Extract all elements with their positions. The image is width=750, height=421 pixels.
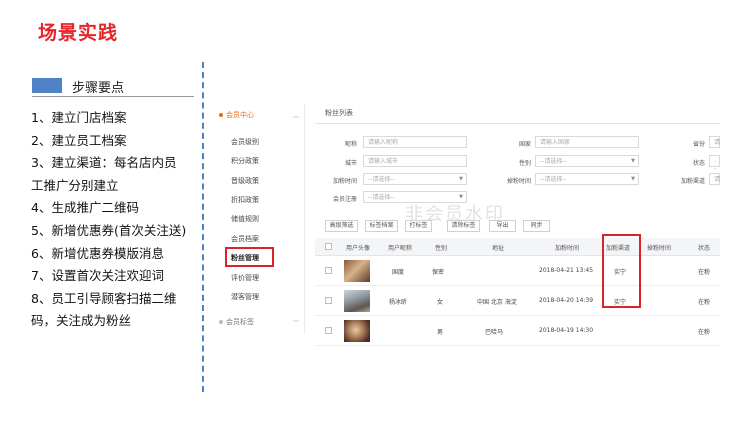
status-cell: 在粉 [698, 329, 711, 336]
step-line: 3、建立渠道：每名店内员 [31, 155, 177, 171]
steps-list: 1、建立门店档案 2、建立员工档案 3、建立渠道：每名店内员 工推广分别建立 4… [31, 107, 201, 333]
status-select[interactable]: -- [709, 155, 720, 172]
table-row[interactable]: 国度 保密 2018-04-21 13:45 实宁 在粉 [315, 256, 720, 286]
status-cell: 在粉 [698, 269, 711, 276]
heading-marker [32, 78, 62, 93]
channel-highlight-box [602, 234, 641, 308]
highlight-box [225, 247, 274, 267]
sidebar-section-member-center[interactable]: 会员中心 [219, 110, 254, 120]
sidebar-item-discount-policy[interactable]: 折扣政策 [231, 195, 259, 205]
sidebar-item-review-management[interactable]: 评价管理 [231, 273, 259, 283]
country-label: 国家 [518, 141, 531, 148]
steps-heading-text: 步骤要点 [72, 81, 125, 96]
gender-cell: 男 [437, 329, 444, 336]
sidebar-item-member-profiles[interactable]: 会员档案 [231, 234, 259, 244]
column-header[interactable]: 掉粉时间 [647, 243, 671, 252]
sidebar-item-member-level[interactable]: 会员级别 [231, 137, 259, 147]
column-header[interactable]: 加粉时间 [555, 243, 579, 252]
city-input[interactable]: 请输入城市 [363, 155, 467, 167]
step-line: 6、新增优惠券模版消息 [31, 245, 164, 261]
sidebar-item-stored-value-rules[interactable]: 储值规则 [231, 214, 259, 224]
member-reg-label: 会员注册 [332, 196, 357, 203]
address-cell: 巴哈马 [485, 329, 504, 336]
status-cell: 在粉 [698, 299, 711, 306]
follow-time-cell: 2018-04-19 14:30 [539, 327, 594, 334]
step-line: 7、设置首次关注欢迎词 [31, 268, 164, 284]
column-header[interactable]: 状态 [698, 243, 710, 252]
step-line: 4、生成推广二维码 [31, 200, 139, 216]
tab-bar: 粉丝列表 [315, 104, 720, 124]
bullet-icon [219, 113, 223, 117]
slide-title: 场景实践 [38, 22, 119, 44]
province-label: 省份 [692, 141, 705, 148]
channel-input[interactable]: 请 [709, 173, 720, 185]
sidebar-item-prospect-management[interactable]: 潜客管理 [231, 292, 259, 302]
chevron-down-icon[interactable]: ﹀ [293, 318, 299, 327]
row-checkbox[interactable] [325, 297, 332, 304]
table-row[interactable]: 杨冰昕 女 中国 北京 海淀 2018-04-20 14:39 实宁 在粉 [315, 286, 720, 316]
follow-time-cell: 2018-04-21 13:45 [539, 267, 594, 274]
city-label: 城市 [344, 160, 357, 167]
follow-time-select[interactable]: --请选择-- ▼ [363, 173, 467, 185]
sidebar: 会员中心 ︿ 会员级别 积分政策 晋级政策 折扣政策 储值规则 会员档案 粉丝管… [215, 104, 305, 334]
unfollow-time-select[interactable]: --请选择-- ▼ [535, 173, 639, 185]
slide: 场景实践 步骤要点 1、建立门店档案 2、建立员工档案 3、建立渠道：每名店内员… [0, 0, 750, 421]
app-screenshot: 会员中心 ︿ 会员级别 积分政策 晋级政策 折扣政策 储值规则 会员档案 粉丝管… [215, 104, 720, 350]
column-header[interactable]: 用户昵称 [388, 243, 412, 252]
nickname-cell: 国度 [392, 269, 405, 276]
chevron-up-icon[interactable]: ︿ [293, 111, 299, 120]
step-line: 1、建立门店档案 [31, 110, 127, 125]
gender-cell: 保密 [432, 269, 445, 276]
nickname-cell: 杨冰昕 [389, 299, 408, 306]
table-header: 用户头像 用户昵称 性别 地址 加粉时间 加粉渠道 掉粉时间 状态 [315, 238, 720, 256]
address-cell: 中国 北京 海淀 [477, 299, 517, 306]
gender-label: 性别 [518, 160, 531, 167]
step-line: 5、新增优惠券(首次关注送) [31, 222, 187, 238]
table-row[interactable]: 男 巴哈马 2018-04-19 14:30 在粉 [315, 316, 720, 346]
add-tag-button[interactable]: 打标签 [405, 220, 432, 232]
gender-cell: 女 [437, 299, 444, 306]
gender-select[interactable]: --请选择-- ▼ [535, 155, 639, 167]
province-input[interactable]: 请 [709, 136, 720, 148]
bullet-icon [219, 320, 223, 324]
follow-time-cell: 2018-04-20 14:39 [539, 297, 594, 304]
steps-heading: 步骤要点 [32, 77, 194, 97]
avatar [344, 290, 370, 312]
column-header[interactable]: 地址 [492, 243, 504, 252]
column-header[interactable]: 性别 [435, 243, 447, 252]
step-line: 8、员工引导顾客扫描二维 [31, 290, 177, 306]
advanced-filter-button[interactable]: 高级筛选 [325, 220, 358, 232]
row-checkbox[interactable] [325, 327, 332, 334]
unfollow-time-label: 掉粉时间 [506, 178, 531, 185]
sidebar-item-promotion-policy[interactable]: 晋级政策 [231, 176, 259, 186]
avatar [344, 320, 370, 342]
nickname-label: 昵称 [344, 141, 357, 148]
country-input[interactable]: 请输入国家 [535, 136, 639, 148]
step-line: 工推广分别建立 [31, 177, 119, 193]
tag-profile-button[interactable]: 标签档案 [365, 220, 398, 232]
select-all-checkbox[interactable] [325, 243, 332, 250]
dashed-divider [202, 62, 204, 392]
follow-time-label: 加粉时间 [332, 178, 357, 185]
avatar [344, 260, 370, 282]
caret-down-icon: ▼ [631, 158, 635, 164]
step-line: 码，关注成为粉丝 [31, 313, 132, 329]
column-header[interactable]: 用户头像 [346, 243, 370, 252]
caret-down-icon: ▼ [631, 176, 635, 182]
caret-down-icon: ▼ [459, 176, 463, 182]
sidebar-item-points-policy[interactable]: 积分政策 [231, 156, 259, 166]
clear-tag-button[interactable]: 清除标签 [447, 220, 480, 232]
status-label: 状态 [692, 160, 705, 167]
sync-button[interactable]: 同步 [523, 220, 550, 232]
channel-label: 加粉渠道 [680, 178, 705, 185]
main-content: 粉丝列表 昵称 请输入昵称 国家 请输入国家 省份 请 城市 请输入城市 性别 … [315, 104, 720, 350]
row-checkbox[interactable] [325, 267, 332, 274]
nickname-input[interactable]: 请输入昵称 [363, 136, 467, 148]
sidebar-section-member-tags[interactable]: 会员标签 [219, 317, 254, 327]
step-line: 2、建立员工档案 [31, 132, 127, 148]
tab-fans-list[interactable]: 粉丝列表 [325, 108, 353, 118]
export-button[interactable]: 导出 [489, 220, 516, 232]
